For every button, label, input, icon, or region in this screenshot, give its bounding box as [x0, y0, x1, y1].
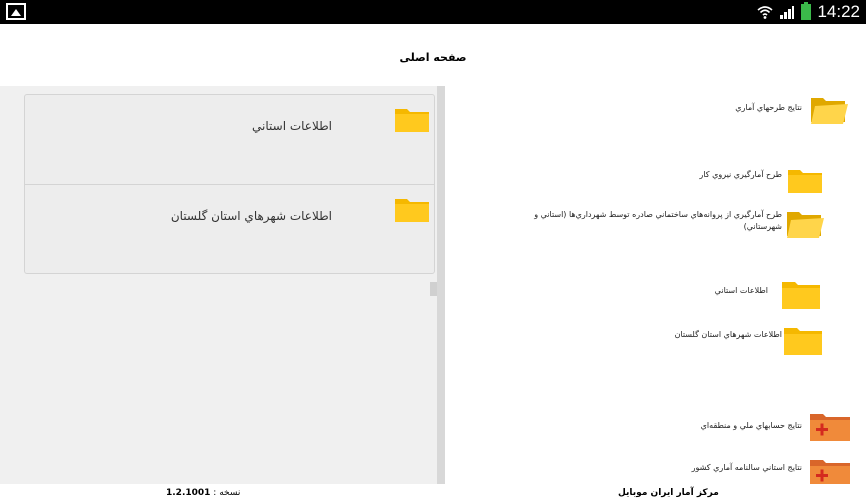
folder-plus-icon: [810, 460, 850, 484]
tree-item-label: نتايج استاني سالنامه آماري کشور: [691, 463, 802, 472]
tree-item-provincial-info[interactable]: اطلاعات استاني: [715, 285, 768, 297]
folder-open-icon: [787, 212, 824, 238]
detail-panel: اطلاعات استاني اطلاعات شهرهاي استان گلست…: [0, 86, 439, 484]
tree-item-labor-force-survey[interactable]: طرح آمارگيري نيروي کار: [699, 169, 782, 181]
tree-item-statistical-yearbook[interactable]: نتايج استاني سالنامه آماري کشور: [692, 462, 802, 474]
version-value: 1.2.1001: [166, 488, 211, 498]
tree-item-label: طرح آمارگيري نيروي کار: [699, 170, 782, 179]
detail-item-label: اطلاعات شهرهاي استان گلستان: [170, 209, 332, 223]
detail-item-provincial-info[interactable]: اطلاعات استاني: [25, 95, 434, 185]
app-name: مرکز آمار ايران موبايل: [618, 488, 719, 498]
detail-item-label: اطلاعات استاني: [252, 119, 332, 133]
folder-plus-icon: [810, 414, 850, 441]
tree-panel: نتايج طرحهاي آماري طرح آمارگيري نيروي کا…: [445, 86, 866, 484]
folder-open-icon: [811, 98, 848, 124]
signal-icon: [780, 6, 795, 19]
status-icons: 14:22: [757, 0, 860, 24]
wifi-icon: [757, 6, 773, 19]
page-title: صفحه اصلی: [399, 51, 467, 64]
folder-icon: [395, 109, 429, 132]
tree-item-national-accounts[interactable]: نتايج حسابهاي ملي و منطقه‌اي: [701, 420, 802, 432]
detail-item-golestan-cities[interactable]: اطلاعات شهرهاي استان گلستان: [25, 185, 434, 275]
status-bar: 14:22: [0, 0, 866, 24]
tree-item-label: اطلاعات استاني: [714, 286, 768, 295]
panel-divider[interactable]: [437, 86, 445, 484]
folder-icon: [395, 199, 429, 222]
folder-icon: [782, 282, 820, 309]
version-label: نسخه :: [213, 488, 241, 498]
clock: 14:22: [817, 2, 860, 21]
tree-item-label: طرح آمارگيري از پروانه‌هاي ساختماني صادر…: [534, 210, 782, 231]
folder-icon: [784, 328, 822, 355]
tree-item-label: نتايج طرحهاي آماري: [735, 103, 802, 112]
main-content: اطلاعات استاني اطلاعات شهرهاي استان گلست…: [0, 86, 866, 484]
battery-charging-icon: [801, 2, 812, 20]
detail-card: اطلاعات استاني اطلاعات شهرهاي استان گلست…: [24, 94, 435, 274]
tree-item-golestan-cities[interactable]: اطلاعات شهرهاي استان گلستان: [675, 329, 782, 341]
folder-icon: [788, 170, 822, 193]
version-info: نسخه : 1.2.1001: [166, 488, 240, 498]
tree-item-label: اطلاعات شهرهاي استان گلستان: [674, 330, 782, 339]
tree-item-label: نتايج حسابهاي ملي و منطقه‌اي: [700, 421, 802, 430]
title-bar: صفحه اصلی: [0, 24, 866, 86]
gallery-icon: [6, 3, 26, 20]
footer: مرکز آمار ايران موبايل نسخه : 1.2.1001: [0, 484, 866, 504]
tree-item-building-permits-survey[interactable]: طرح آمارگيري از پروانه‌هاي ساختماني صادر…: [502, 209, 782, 233]
tree-item-statistical-results[interactable]: نتايج طرحهاي آماري: [735, 102, 802, 114]
